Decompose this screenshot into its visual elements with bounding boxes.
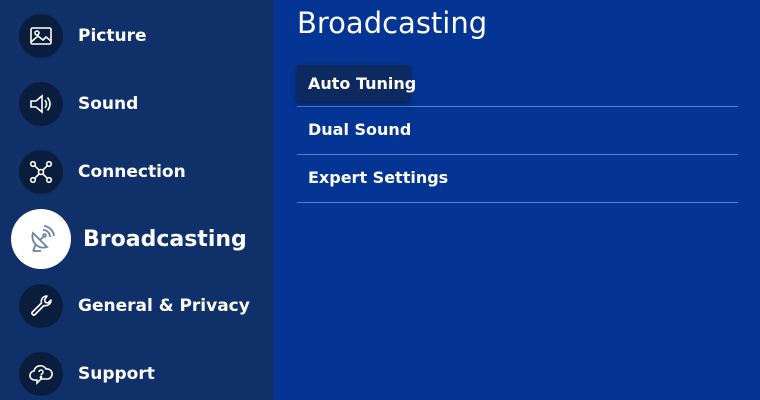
picture-icon — [19, 14, 63, 58]
broadcasting-options-list: Auto Tuning Dual Sound Expert Settings — [297, 59, 738, 203]
tv-settings-screen: Picture Sound Connection Broadcasting Ge… — [0, 0, 760, 400]
sidebar-item-label: Connection — [78, 162, 186, 182]
option-label: Auto Tuning — [308, 74, 417, 93]
settings-sidebar: Picture Sound Connection Broadcasting Ge… — [0, 0, 274, 400]
sidebar-item-support[interactable]: Support — [0, 342, 274, 400]
page-title: Broadcasting — [297, 6, 488, 40]
sidebar-item-label: Sound — [78, 94, 139, 114]
sidebar-item-label: Broadcasting — [83, 226, 247, 252]
sidebar-item-connection[interactable]: Connection — [0, 140, 274, 204]
connection-icon — [19, 150, 63, 194]
help-cloud-icon — [19, 352, 63, 396]
option-label: Dual Sound — [308, 120, 412, 139]
sidebar-item-sound[interactable]: Sound — [0, 72, 274, 136]
sidebar-item-general-privacy[interactable]: General & Privacy — [0, 274, 274, 338]
option-auto-tuning[interactable]: Auto Tuning — [297, 59, 738, 107]
sidebar-item-broadcasting[interactable]: Broadcasting — [0, 207, 274, 271]
speaker-icon — [19, 82, 63, 126]
sidebar-item-label: Picture — [78, 26, 147, 46]
option-expert-settings[interactable]: Expert Settings — [297, 155, 738, 203]
sidebar-item-label: Support — [78, 364, 155, 384]
option-label: Expert Settings — [308, 168, 449, 187]
sidebar-item-label: General & Privacy — [78, 296, 250, 316]
satellite-dish-icon — [11, 209, 71, 269]
sidebar-item-picture[interactable]: Picture — [0, 4, 274, 68]
option-dual-sound[interactable]: Dual Sound — [297, 107, 738, 155]
wrench-icon — [19, 284, 63, 328]
